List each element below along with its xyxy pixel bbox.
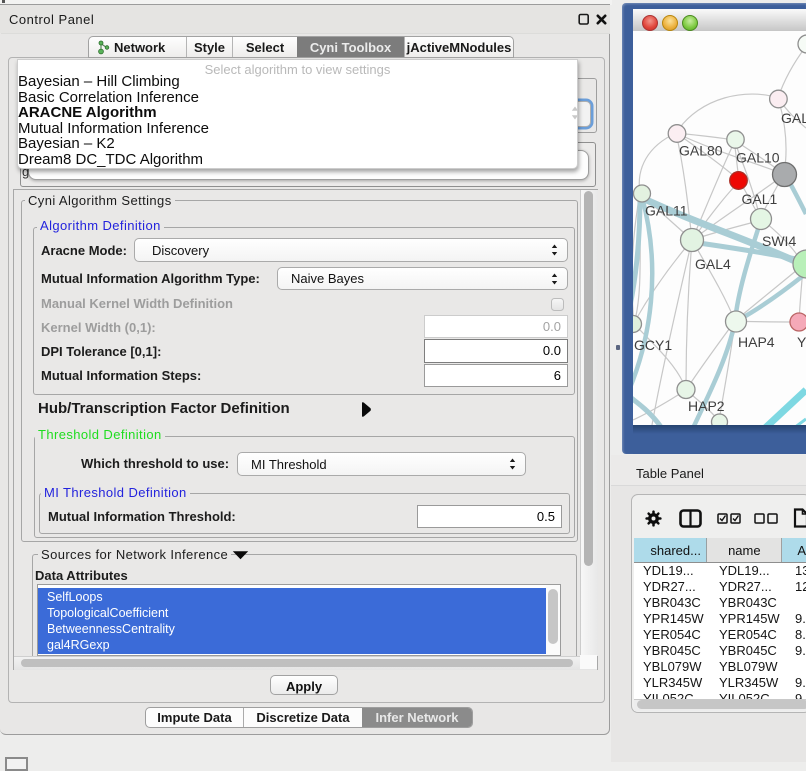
svg-text:Y: Y	[797, 334, 806, 350]
svg-text:HAP2: HAP2	[688, 398, 725, 414]
svg-text:GAL11: GAL11	[645, 203, 688, 219]
svg-text:GAL1: GAL1	[742, 191, 778, 207]
svg-text:GAL10: GAL10	[736, 150, 780, 166]
svg-text:GAL80: GAL80	[679, 143, 723, 159]
svg-text:GCY1: GCY1	[634, 337, 672, 353]
svg-text:HAP4: HAP4	[738, 334, 775, 350]
svg-text:GAL7: GAL7	[781, 110, 806, 126]
svg-text:SWI4: SWI4	[762, 233, 796, 249]
svg-text:GAL4: GAL4	[695, 256, 731, 272]
